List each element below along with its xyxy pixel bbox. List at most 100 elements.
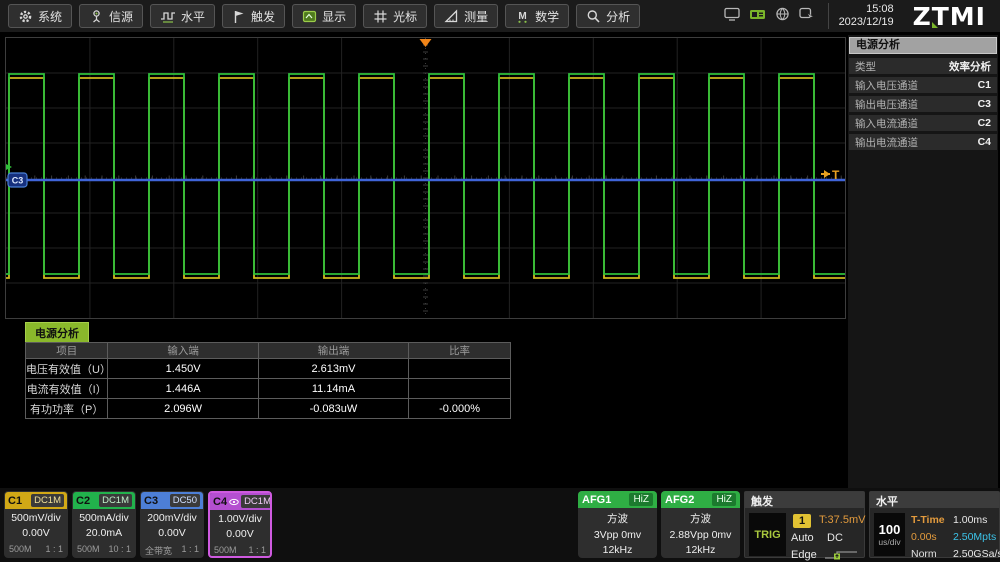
afg-name: AFG1 [582, 494, 611, 506]
trigger-mode[interactable]: Auto [791, 532, 814, 544]
table-row: 电流有效值（I） 1.446A 11.14mA [26, 379, 511, 399]
display-icon [302, 9, 317, 24]
cell-value [409, 359, 511, 379]
coupling-badge: DC50 [170, 494, 200, 507]
menu-label: 显示 [322, 8, 346, 25]
channel-box-c1[interactable]: C1 DC1M 500mV/div 0.00V 500M 1 : 1 [4, 491, 68, 558]
channel-bandwidth: 500M [9, 544, 32, 554]
cell-value: 2.096W [108, 399, 258, 419]
channel-box-c2[interactable]: C2 DC1M 500mA/div 20.0mA 500M 10 : 1 [72, 491, 136, 558]
trigger-status-box[interactable]: TRIG [749, 513, 786, 556]
network-status-icon[interactable] [775, 7, 790, 26]
menu-button-analysis[interactable]: 分析 [576, 4, 640, 28]
setting-row-input-current[interactable]: 输入电流通道 C2 [849, 115, 997, 131]
menu-button-source[interactable]: 信源 [79, 4, 143, 28]
cursor-icon [373, 9, 388, 24]
col-header: 项目 [26, 343, 108, 359]
channel-bandwidth: 500M [77, 544, 100, 554]
coupling-badge: DC1M [241, 495, 272, 508]
screen-status-icon[interactable] [724, 7, 740, 26]
channel-scale: 500mA/div [73, 512, 135, 524]
channel-probe-ratio: 1 : 1 [181, 544, 199, 557]
horizontal-panel[interactable]: 水平 100 us/div T-Time 1.00ms 0.00s 2.50Mp… [869, 491, 1000, 558]
gear-icon [18, 9, 33, 24]
setting-row-output-current[interactable]: 输出电流通道 C4 [849, 134, 997, 150]
cell-value: 1.446A [108, 379, 258, 399]
trigger-panel[interactable]: 触发 TRIG 1 T:37.5mV Auto DC Edge [744, 491, 865, 558]
acquisition-mode[interactable]: Norm [911, 548, 937, 560]
afg-frequency: 12kHz [578, 544, 657, 556]
menu-button-system[interactable]: 系统 [8, 4, 72, 28]
channel-probe-ratio: 1 : 1 [248, 545, 266, 555]
usb-status-icon[interactable] [749, 7, 766, 26]
power-analysis-tab[interactable]: 电源分析 [25, 322, 89, 342]
channel-name: C4 [213, 496, 227, 508]
svg-text:C3: C3 [12, 176, 24, 186]
table-row: 有功功率（P） 2.096W -0.083uW -0.000% [26, 399, 511, 419]
cell-value: -0.000% [409, 399, 511, 419]
channel-scale: 1.00V/div [210, 513, 270, 525]
channel-probe-ratio: 1 : 1 [45, 544, 63, 554]
clock: 15:08 2023/12/19 [828, 3, 894, 29]
timebase-value: 100 [879, 522, 901, 537]
visibility-eye-icon [229, 493, 239, 511]
cell-value [409, 379, 511, 399]
memory-depth: 2.50Mpts [953, 531, 996, 543]
sample-rate: 2.50GSa/s [953, 548, 1000, 560]
trigger-flag-icon [232, 9, 246, 24]
channel-offset: 0.00V [141, 527, 203, 539]
channel-offset: 0.00V [210, 528, 270, 540]
waveform-display[interactable]: C3T [5, 37, 846, 319]
setting-row-input-voltage[interactable]: 输入电压通道 C1 [849, 77, 997, 93]
trigger-source-badge[interactable]: 1 [793, 514, 811, 528]
channel-box-c3[interactable]: C3 DC50 200mV/div 0.00V 全带宽 1 : 1 [140, 491, 204, 558]
channel-scale: 500mV/div [5, 512, 67, 524]
trigger-level-value[interactable]: T:37.5mV [819, 514, 865, 526]
table-header-row: 项目 输入端 输出端 比率 [26, 343, 511, 359]
bottom-bar-spacer [276, 491, 574, 558]
menu-button-display[interactable]: 显示 [292, 4, 356, 28]
t-time-value: 1.00ms [953, 514, 987, 526]
setting-row-output-voltage[interactable]: 输出电压通道 C3 [849, 96, 997, 112]
menu-label: 触发 [251, 8, 275, 25]
menu-button-cursor[interactable]: 光标 [363, 4, 427, 28]
clock-time: 15:08 [839, 3, 894, 16]
power-analysis-table: 项目 输入端 输出端 比率 电压有效值（U） 1.450V 2.613mV 电流… [25, 342, 511, 419]
cell-value: 1.450V [108, 359, 258, 379]
clock-date: 2023/12/19 [839, 16, 894, 29]
menu-button-math[interactable]: M 数学 [505, 4, 569, 28]
oscilloscope-screen: 系统 信源 水平 触发 显示 光标 测量 M 数学 [0, 0, 1000, 562]
power-analysis-results: 电源分析 项目 输入端 输出端 比率 电压有效值（U） 1.450V 2.613… [25, 322, 511, 419]
svg-text:M: M [518, 11, 526, 22]
cell-value: 11.14mA [258, 379, 408, 399]
col-header: 输入端 [108, 343, 258, 359]
channel-bandwidth: 全带宽 [145, 544, 172, 557]
channel-box-c4[interactable]: C4 DC1M 1.00V/div 0.00V 500M 1 : 1 [208, 491, 272, 558]
menu-label: 光标 [393, 8, 417, 25]
afg2-box[interactable]: AFG2 HiZ 方波 2.88Vpp 0mv 12kHz [661, 491, 740, 558]
trigger-coupling[interactable]: DC [827, 532, 843, 544]
setting-row-type[interactable]: 类型 效率分析 [849, 58, 997, 74]
menu-label: 水平 [181, 8, 205, 25]
trigger-type[interactable]: Edge [791, 549, 817, 561]
menu-button-trigger[interactable]: 触发 [222, 4, 285, 28]
trigger-panel-title: 触发 [745, 492, 864, 508]
col-header: 比率 [409, 343, 511, 359]
touch-status-icon[interactable] [799, 7, 815, 26]
timebase-box[interactable]: 100 us/div [874, 513, 905, 556]
menu-label: 测量 [464, 8, 488, 25]
afg-name: AFG2 [665, 494, 694, 506]
bottom-status-bar: C1 DC1M 500mV/div 0.00V 500M 1 : 1 C2 DC… [0, 488, 1000, 562]
afg1-box[interactable]: AFG1 HiZ 方波 3Vpp 0mv 12kHz [578, 491, 657, 558]
impedance-badge: HiZ [712, 493, 736, 506]
probe-icon [89, 9, 104, 24]
menu-button-horizontal[interactable]: 水平 [150, 4, 215, 28]
row-label: 电压有效值（U） [26, 359, 108, 379]
channel-probe-ratio: 10 : 1 [108, 544, 131, 554]
menu-button-measure[interactable]: 测量 [434, 4, 498, 28]
delay-value[interactable]: 0.00s [911, 531, 937, 543]
menu-label: 数学 [535, 8, 559, 25]
math-icon: M [515, 9, 530, 24]
channel-offset: 0.00V [5, 527, 67, 539]
t-time-label: T-Time [911, 514, 945, 526]
